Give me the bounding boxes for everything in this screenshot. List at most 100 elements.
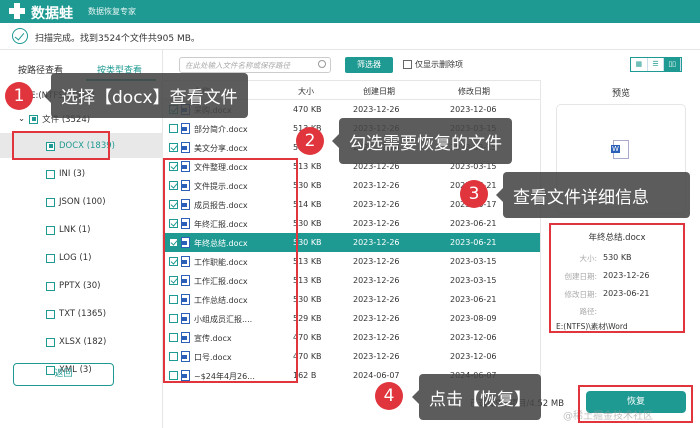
file-size: 470 KB [293,105,322,114]
file-created: 2023-12-26 [353,314,400,323]
file-modified: 2023-12-06 [450,352,497,361]
type-checkbox[interactable] [46,169,55,179]
type-label: JSON (100) [59,197,106,207]
step-1-badge: 1 [5,82,33,110]
step-4-badge: 4 [375,382,403,410]
type-checkbox[interactable] [46,253,55,263]
file-created: 2023-12-26 [353,200,400,209]
search-placeholder: 在此处输入文件名称或保存路径 [185,61,290,70]
folder-checkbox[interactable] [29,114,39,124]
type-label: XLSX (182) [59,337,107,347]
highlight-recover [578,385,693,423]
step-3-badge: 3 [460,180,488,208]
step-3-callout: 查看文件详细信息 [496,172,690,218]
info-modified-label: 修改日期: [564,290,597,299]
file-created: 2023-12-26 [353,257,400,266]
col-created[interactable]: 创建日期 [363,86,395,97]
file-modified: 2023-08-09 [450,314,497,323]
row-checkbox[interactable] [169,143,178,152]
deleted-only-toggle[interactable]: 仅显示删除项 [403,59,463,70]
file-modified: 2023-06-21 [450,295,497,304]
file-created: 2024-06-07 [353,371,400,380]
file-created: 2023-12-26 [353,276,400,285]
search-input[interactable]: 在此处输入文件名称或保存路径 [179,57,331,73]
info-path-label: 路径: [579,307,597,316]
type-item-xlsx[interactable]: XLSX (182) [46,337,106,347]
file-modified: 2023-03-15 [450,276,497,285]
file-modified: 2023-12-06 [450,105,497,114]
info-created: 2023-12-26 [603,271,650,280]
app-header: 数据蛙 数据恢复专家 [0,0,700,23]
file-name: 美文分享.docx [194,144,248,153]
file-created: 2023-12-26 [353,181,400,190]
file-info: 年终总结.docx 大小: 530 KB 创建日期: 2023-12-26 修改日期… [549,223,685,333]
step-4-callout: 点击【恢复】 [412,374,541,420]
step-2-text: 勾选需要恢复的文件 [349,133,502,154]
type-label: INI (3) [59,169,86,179]
preview-title: 预览 [611,89,630,99]
highlight-files [163,158,298,383]
step-4-text: 点击【恢复】 [429,389,531,410]
type-item-txt[interactable]: TXT (1365) [46,309,106,319]
file-created: 2023-12-26 [353,219,400,228]
type-item-json[interactable]: JSON (100) [46,197,106,207]
highlight-docx [12,131,110,160]
docx-file-icon [181,123,190,134]
file-name: 部分简介.docx [194,125,248,134]
info-size: 530 KB [603,253,632,262]
scan-status: 扫描完成。找到3524个文件共905 MB。 [0,23,700,50]
step-3-text: 查看文件详细信息 [513,187,649,208]
info-modified: 2023-06-21 [603,289,650,298]
step-2-badge: 2 [296,127,324,155]
type-label: LNK (1) [59,225,91,235]
detail-icon[interactable]: ▯▯ [664,58,682,71]
col-modified[interactable]: 修改日期 [458,86,490,97]
file-modified: 2023-06-21 [450,238,497,247]
file-created: 2023-12-26 [353,352,400,361]
status-text: 扫描完成。找到3524个文件共905 MB。 [35,34,200,44]
type-checkbox[interactable] [46,309,55,319]
info-file-name: 年终总结.docx [588,233,646,243]
type-item-pptx[interactable]: PPTX (30) [46,281,100,291]
chevron-down-icon[interactable]: ⌄ [18,114,25,124]
step-2-callout: 勾选需要恢复的文件 [332,118,512,164]
filter-button[interactable]: 筛选器 [345,57,393,73]
col-size[interactable]: 大小 [298,86,314,97]
row-checkbox[interactable] [169,124,178,133]
type-label: PPTX (30) [59,281,101,291]
grid-icon[interactable]: ▦ [631,58,648,71]
file-modified: 2023-06-21 [450,219,497,228]
tagline: 数据恢复专家 [88,7,136,16]
back-button[interactable]: 返回 [13,363,114,386]
deleted-only-label: 仅显示删除项 [415,60,463,69]
type-item-log[interactable]: LOG (1) [46,253,91,263]
type-label: TXT (1365) [59,309,107,319]
type-checkbox[interactable] [46,281,55,291]
type-item-ini[interactable]: INI (3) [46,169,85,179]
info-path: E:(NTFS)\素材\Word [556,322,628,331]
view-switcher: ▦ ☰ ▯▯ [630,57,682,72]
list-icon[interactable]: ☰ [648,58,665,71]
logo-icon [9,3,25,19]
file-created: 2023-12-26 [353,105,400,114]
info-created-label: 创建日期: [564,272,597,281]
word-file-icon [611,140,629,159]
file-created: 2023-12-26 [353,238,400,247]
preview-panel: 预览 年终总结.docx 大小: 530 KB 创建日期: 2023-12-26 修… [540,80,700,380]
brand-name: 数据蛙 [31,6,73,22]
docx-file-icon [181,142,190,153]
file-modified: 2023-03-15 [450,257,497,266]
info-size-label: 大小: [579,254,597,263]
check-circle-icon [12,28,28,44]
type-checkbox[interactable] [46,197,55,207]
type-item-lnk[interactable]: LNK (1) [46,225,90,235]
file-modified: 2023-12-06 [450,333,497,342]
file-created: 2023-12-26 [353,333,400,342]
type-checkbox[interactable] [46,225,55,235]
type-checkbox[interactable] [46,337,55,347]
file-created: 2023-12-26 [353,295,400,304]
step-1-text: 选择【docx】查看文件 [61,88,238,108]
search-icon[interactable] [318,60,326,68]
deleted-only-checkbox[interactable] [403,60,412,69]
step-1-callout: 选择【docx】查看文件 [44,73,248,118]
